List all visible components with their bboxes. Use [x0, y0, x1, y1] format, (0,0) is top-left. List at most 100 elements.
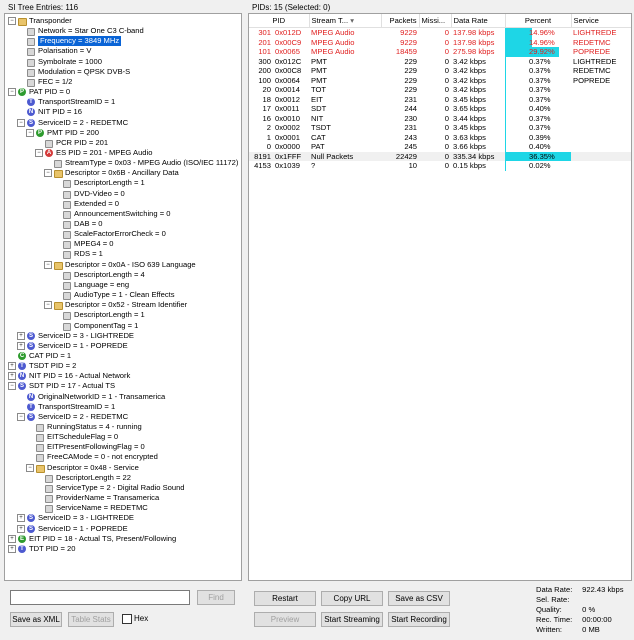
start-recording-button[interactable]: Start Recording — [388, 612, 450, 627]
tree-node-label: TransportStreamID = 1 — [38, 401, 116, 411]
pid-hex: 0x0012 — [275, 94, 300, 104]
data-rate: 3.42 kbps — [453, 75, 486, 85]
stream-type: ? — [311, 161, 316, 170]
pid-row[interactable]: 201 0x00C9 MPEG Audio 9229 0 137.98 kbps 14.96… — [249, 37, 631, 47]
collapse-icon[interactable]: − — [8, 88, 16, 97]
tree-node-label: DescriptorLength = 4 — [74, 269, 145, 279]
find-button[interactable]: Find — [197, 590, 235, 605]
percent-label: 0.39% — [529, 132, 551, 142]
percent-label: 29.92% — [529, 47, 555, 56]
value-node-icon — [36, 434, 44, 443]
folder-icon — [36, 464, 45, 473]
start-streaming-button[interactable]: Start Streaming — [321, 612, 383, 627]
value-node-icon — [63, 251, 71, 260]
expand-icon[interactable]: + — [8, 544, 16, 553]
pid-row[interactable]: 1 0x0001 CAT 243 0 3.63 kbps 0.39% — [249, 132, 631, 143]
service-name: LIGHTREDE — [573, 28, 617, 37]
column-header-stream-type-label: Stream T... — [311, 16, 349, 25]
pid-decimal: 200 — [258, 66, 271, 75]
pid-row[interactable]: 8191 0x1FFF Null Packets 22429 0 335.34 kbps 3… — [249, 151, 631, 161]
collapse-icon[interactable]: − — [8, 17, 16, 25]
tree-node-label: PMT PID = 200 — [47, 127, 99, 137]
expand-icon[interactable]: + — [8, 362, 16, 371]
column-header-missing[interactable]: Missi... — [419, 14, 452, 28]
pid-table-panel[interactable]: PID Stream T... ▾ Packets Missi... Data … — [248, 13, 632, 581]
stream-stats: Data Rate: 922.43 kbps Sel. Rate: Qualit… — [536, 585, 624, 635]
p-table-icon: P — [36, 128, 44, 137]
pid-row[interactable]: 4153 0x1039? 10 0 0.15 kbps 0.02% — [249, 161, 631, 171]
packet-count: 231 — [404, 123, 418, 132]
value-node-icon — [36, 444, 44, 453]
tree-node-label: FEC = 1/2 — [38, 76, 73, 86]
stream-type: PMT — [311, 56, 328, 66]
pid-decimal: 17 — [262, 104, 271, 113]
pid-row[interactable]: 100 0x0064 PMT 229 0 3.42 kbps 0.37% POPREDE — [249, 75, 631, 85]
expand-icon[interactable]: + — [17, 341, 25, 350]
packet-count: 243 — [404, 132, 418, 142]
find-input[interactable] — [10, 590, 190, 605]
pid-row[interactable]: 0 0x0000 PAT 245 0 3.66 kbps 0.40% — [249, 142, 631, 152]
collapse-icon[interactable]: − — [8, 382, 16, 391]
pid-decimal: 100 — [258, 75, 271, 85]
table-stats-button[interactable]: Table Stats — [68, 612, 114, 627]
collapse-icon[interactable]: − — [35, 148, 43, 157]
expand-icon[interactable]: + — [17, 524, 25, 533]
collapse-icon[interactable]: − — [26, 463, 34, 472]
column-header-stream-type[interactable]: Stream T... ▾ — [309, 14, 382, 28]
data-rate: 3.42 kbps — [453, 56, 486, 66]
pid-row[interactable]: 17 0x0011 SDT 244 0 3.65 kbps 0.40% — [249, 104, 631, 114]
percent-cell: 14.96% — [505, 28, 571, 38]
si-tree[interactable]: − Transponder Network = Star One C3 C-band… — [4, 13, 242, 581]
data-rate: 3.63 kbps — [453, 132, 486, 142]
folder-icon — [54, 261, 63, 270]
column-header-pid[interactable]: PID — [249, 14, 310, 28]
expand-icon[interactable]: + — [17, 514, 25, 523]
copy-url-button[interactable]: Copy URL — [321, 591, 383, 606]
column-header-packets[interactable]: Packets — [381, 14, 420, 28]
preview-button[interactable]: Preview — [254, 612, 316, 627]
pid-row[interactable]: 18 0x0012 EIT 231 0 3.45 kbps 0.37% — [249, 94, 631, 105]
tree-node-label: ProviderName = Transamerica — [56, 493, 160, 503]
collapse-icon[interactable]: − — [44, 169, 52, 178]
pid-row[interactable]: 20 0x0014 TOT 229 0 3.42 kbps 0.37% — [249, 85, 631, 95]
tree-node-label: StreamType = 0x03 - MPEG Audio (ISO/IEC … — [65, 158, 239, 168]
collapse-icon[interactable]: − — [17, 118, 25, 127]
pid-row[interactable]: 16 0x0010 NIT 230 0 3.44 kbps 0.37% — [249, 113, 631, 123]
data-rate: 3.66 kbps — [453, 142, 486, 151]
service-name — [571, 95, 631, 105]
column-header-data-rate[interactable]: Data Rate — [451, 14, 506, 28]
p-table-icon: P — [18, 88, 26, 97]
pid-decimal: 16 — [262, 113, 271, 123]
expand-icon[interactable]: + — [8, 534, 16, 543]
tree-node-label: FreeCAMode = 0 - not encrypted — [47, 452, 158, 462]
pid-row[interactable]: 101 0x0065 MPEG Audio 18459 0 275.98 kbps 29.9… — [249, 47, 631, 57]
pid-row[interactable]: 200 0x00C8 PMT 229 0 3.42 kbps 0.37% REDETMC — [249, 66, 631, 76]
percent-cell: 0.37% — [505, 56, 571, 66]
column-header-percent[interactable]: Percent — [505, 14, 572, 28]
s-table-icon: S — [27, 118, 35, 127]
column-header-service[interactable]: Service — [571, 14, 631, 28]
tree-node-label: AnnouncementSwitching = 0 — [74, 208, 171, 218]
restart-button[interactable]: Restart — [254, 591, 316, 606]
service-name — [571, 133, 631, 143]
data-rate: 137.98 kbps — [453, 28, 495, 37]
tree-node-label: Network = Star One C3 C-band — [38, 26, 144, 36]
pid-row[interactable]: 300 0x012C PMT 229 0 3.42 kbps 0.37% LIGHTREDE — [249, 56, 631, 66]
collapse-icon[interactable]: − — [17, 412, 25, 421]
expand-icon[interactable]: + — [8, 372, 16, 381]
collapse-icon[interactable]: − — [44, 260, 52, 269]
percent-cell: 0.37% — [505, 66, 571, 76]
stream-type: PAT — [311, 142, 325, 151]
save-as-xml-button[interactable]: Save as XML — [10, 612, 62, 627]
collapse-icon[interactable]: − — [44, 301, 52, 310]
pid-row[interactable]: 301 0x012D MPEG Audio 9229 0 137.98 kbps 14.96… — [249, 28, 631, 38]
collapse-icon[interactable]: − — [26, 128, 34, 137]
save-as-csv-button[interactable]: Save as CSV — [388, 591, 450, 606]
pid-decimal: 4153 — [254, 161, 271, 170]
percent-bar — [505, 113, 506, 123]
service-name — [571, 142, 631, 152]
hex-checkbox[interactable] — [122, 614, 132, 624]
pid-row[interactable]: 2 0x0002 TSDT 231 0 3.45 kbps 0.37% — [249, 123, 631, 133]
expand-icon[interactable]: + — [17, 331, 25, 340]
packet-count: 229 — [404, 85, 418, 94]
